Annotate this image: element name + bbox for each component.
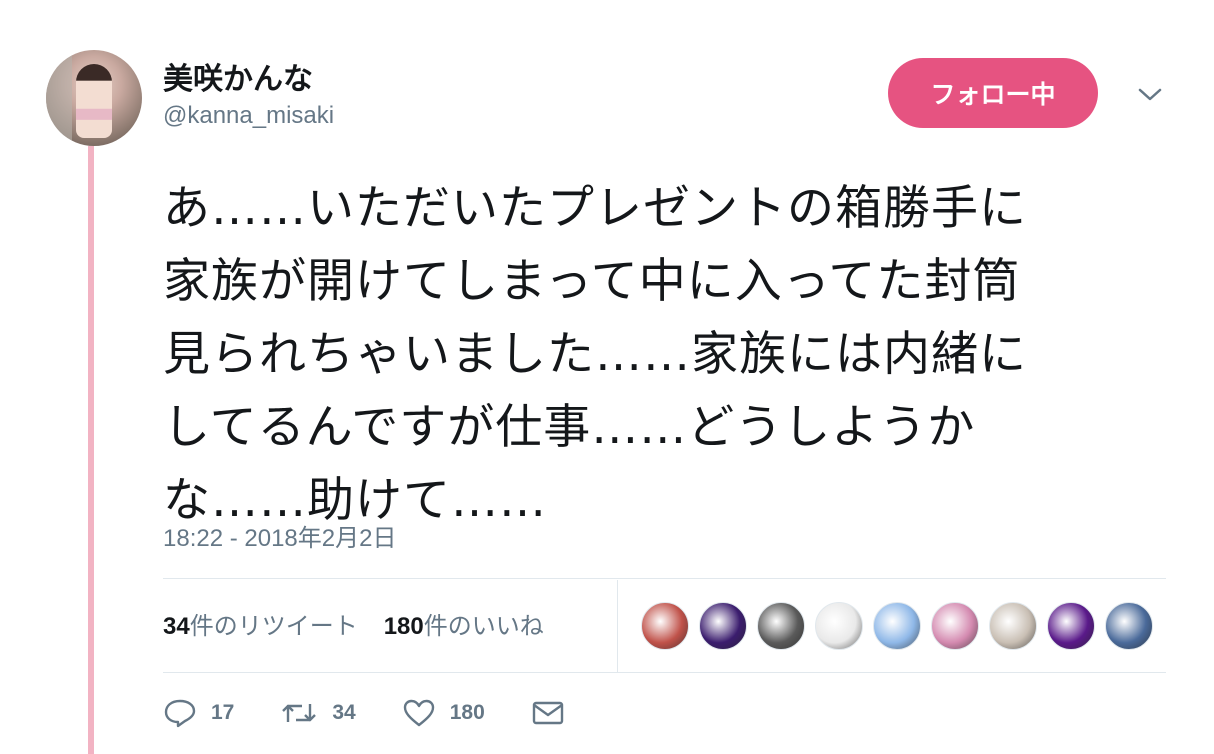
chevron-down-icon[interactable] [1134,80,1166,108]
like-stat-label: 件のいいね [423,612,544,640]
envelope-icon [532,701,563,725]
retweet-stat-label: 件のリツイート [189,612,358,640]
following-button[interactable]: フォロー中 [888,58,1098,128]
retweet-icon [282,704,317,722]
avatar[interactable] [46,50,142,146]
liker-avatar[interactable] [989,602,1037,650]
like-stat[interactable]: 180件のいいね [384,606,544,641]
engagement-stats: 34件のリツイート 180件のいいね [163,606,544,641]
liker-avatar[interactable] [757,602,805,650]
liker-avatar[interactable] [815,602,863,650]
liker-avatar[interactable] [873,602,921,650]
tweet-text: あ……いただいたプレゼントの箱勝手に 家族が開けてしまって中に入ってた封筒 見ら… [163,172,1163,537]
liker-avatar[interactable] [641,602,689,650]
liker-avatar[interactable] [931,602,979,650]
retweet-button[interactable]: 34 [280,698,356,728]
direct-message-button[interactable] [531,698,579,728]
thread-line [88,146,94,754]
tweet-line: 家族が開けてしまって中に入ってた封筒 [163,254,1021,309]
like-button[interactable]: 180 [402,698,485,728]
action-bar: 17 34 180 [163,698,625,728]
reply-button[interactable]: 17 [163,698,234,728]
display-name[interactable]: 美咲かんな [163,54,313,98]
divider [163,578,1166,579]
liker-avatar[interactable] [1105,602,1153,650]
divider [163,672,1166,673]
retweet-count: 34 [332,701,356,724]
tweet-line: 見られちゃいました……家族には内緒に [163,327,1027,382]
retweet-stat[interactable]: 34件のリツイート [163,606,358,641]
like-stat-count: 180 [383,613,424,640]
liker-avatar[interactable] [1047,602,1095,650]
liker-avatars [641,602,1153,650]
reply-count: 17 [211,701,235,724]
like-count: 180 [449,701,485,724]
avatar-figure [76,64,112,138]
liker-avatar[interactable] [699,602,747,650]
user-handle[interactable]: @kanna_misaki [163,102,334,130]
vertical-divider [617,580,618,672]
heart-icon [403,699,434,727]
tweet-timestamp[interactable]: 18:22 - 2018年2月2日 [163,518,396,553]
reply-icon [164,699,196,728]
tweet-line: してるんですが仕事……どうしようか [163,400,976,455]
avatar-background [46,50,72,146]
retweet-stat-count: 34 [163,613,190,640]
tweet-line: あ……いただいたプレゼントの箱勝手に [163,181,1027,236]
